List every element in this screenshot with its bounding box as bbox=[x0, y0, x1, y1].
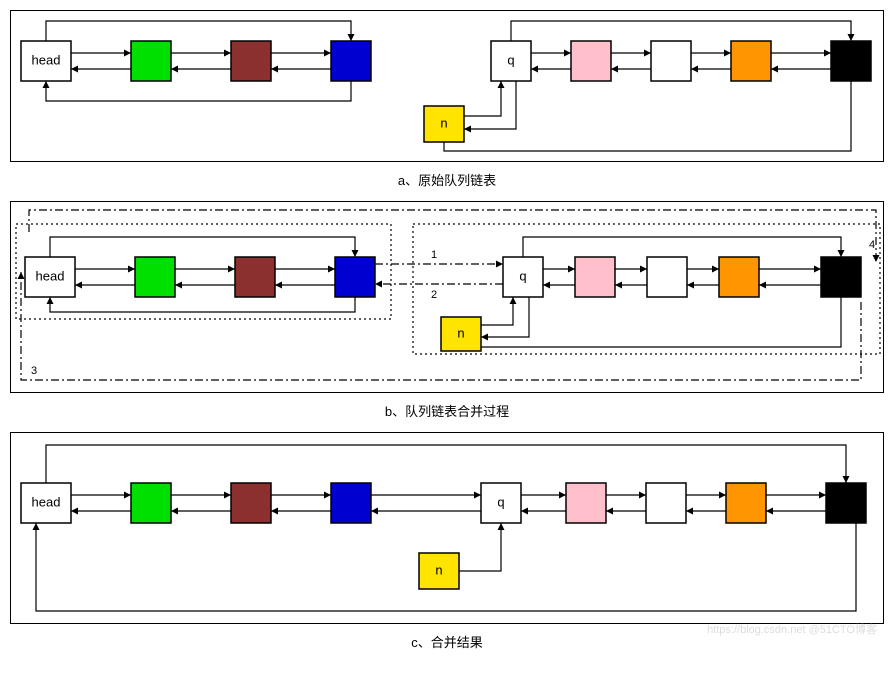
list-merged-c: head q bbox=[21, 445, 866, 611]
node-orange-a bbox=[731, 41, 771, 81]
label-head-b: head bbox=[36, 268, 65, 283]
svg-a: head bbox=[11, 11, 883, 161]
node-black-c bbox=[826, 483, 866, 523]
section-b: 4 3 head bbox=[10, 201, 884, 393]
section-a: head bbox=[10, 10, 884, 162]
loop-left-a bbox=[46, 81, 351, 101]
caption-a: a、原始队列链表 bbox=[10, 170, 884, 189]
node-black-b bbox=[821, 257, 861, 297]
section-c: head q bbox=[10, 432, 884, 624]
list-right-a: q bbox=[424, 21, 871, 151]
node-orange-c bbox=[726, 483, 766, 523]
label-n-b: n bbox=[457, 325, 464, 340]
node-green-b bbox=[135, 257, 175, 297]
label-q-a: q bbox=[507, 52, 514, 67]
dashed-edge-4 bbox=[29, 210, 876, 262]
merge-arrows: 1 2 bbox=[375, 249, 503, 301]
node-orange-b bbox=[719, 257, 759, 297]
svg-c: head q bbox=[11, 433, 883, 623]
node-pink-c bbox=[566, 483, 606, 523]
caption-b: b、队列链表合并过程 bbox=[10, 401, 884, 420]
node-green-a bbox=[131, 41, 171, 81]
node-black-a bbox=[831, 41, 871, 81]
node-white-c bbox=[646, 483, 686, 523]
label-n-a: n bbox=[440, 115, 447, 130]
loop-right-a bbox=[444, 81, 851, 151]
list-right-b: q n bbox=[441, 237, 861, 351]
node-pink-b bbox=[575, 257, 615, 297]
node-green-c bbox=[131, 483, 171, 523]
list-left-b: head bbox=[25, 237, 375, 312]
label-head-c: head bbox=[32, 494, 61, 509]
node-pink-a bbox=[571, 41, 611, 81]
svg-b: 4 3 head bbox=[11, 202, 883, 392]
label-q-c: q bbox=[497, 494, 504, 509]
list-left-a: head bbox=[21, 21, 371, 101]
node-white-a bbox=[651, 41, 691, 81]
label-n-c: n bbox=[435, 562, 442, 577]
label-q-b: q bbox=[519, 268, 526, 283]
caption-c: c、合并结果 bbox=[10, 632, 884, 651]
diagram-root: head bbox=[10, 10, 884, 651]
node-blue-b bbox=[335, 257, 375, 297]
edge-label-4: 4 bbox=[869, 239, 875, 251]
node-blue-a bbox=[331, 41, 371, 81]
edge-label-1: 1 bbox=[431, 249, 437, 261]
node-white-b bbox=[647, 257, 687, 297]
node-brown-c bbox=[231, 483, 271, 523]
node-blue-c bbox=[331, 483, 371, 523]
label-head-a: head bbox=[32, 52, 61, 67]
edge-label-2: 2 bbox=[431, 289, 437, 301]
node-brown-b bbox=[235, 257, 275, 297]
edge-label-3: 3 bbox=[31, 365, 37, 377]
node-brown-a bbox=[231, 41, 271, 81]
